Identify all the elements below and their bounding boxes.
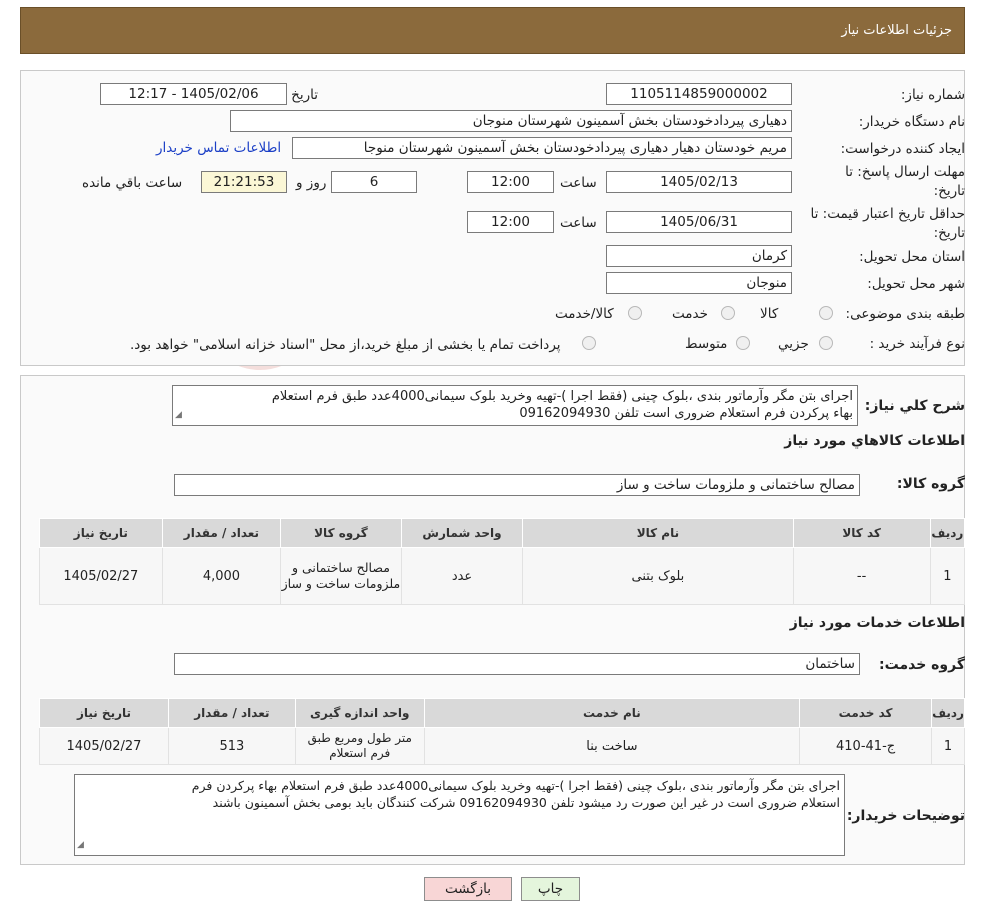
- goods-cell-name: بلوک بتنی: [522, 547, 794, 605]
- process-option-medium: متوسط: [685, 336, 728, 352]
- announce-field: 1405/02/06 - 12:17: [100, 83, 287, 105]
- process-label: نوع فرآيند خريد :: [869, 336, 965, 352]
- category-option-service: خدمت: [672, 306, 708, 322]
- resize-grip-icon[interactable]: ◢: [175, 407, 182, 424]
- services-table: رديف كد خدمت نام خدمت واحد اندازه گيری ت…: [39, 698, 965, 765]
- buyer-org-field: دهیاری پیردادخودستان بخش آسمینون شهرستان…: [230, 110, 792, 132]
- days-label: روز و: [296, 175, 327, 191]
- city-field: منوجان: [606, 272, 792, 294]
- creator-field: مریم خودستان دهیار دهیاری پیردادخودستان …: [292, 137, 792, 159]
- goods-header-date: تاريخ نياز: [39, 518, 163, 548]
- deadline-label: مهلت ارسال پاسخ: تا: [845, 164, 965, 180]
- goods-section-title: اطلاعات كالاهاي مورد نياز: [784, 433, 965, 449]
- services-header-unit: واحد اندازه گيری: [294, 698, 425, 728]
- services-cell-qty: 513: [167, 727, 296, 765]
- goods-cell-row: 1: [929, 547, 966, 605]
- deadline-time-field: 12:00: [467, 171, 554, 193]
- category-label: طبقه بندی موضوعی:: [845, 306, 965, 322]
- validity-time-label: ساعت: [560, 215, 597, 231]
- goods-table: رديف كد كالا نام كالا واحد شمارش گروه كا…: [39, 518, 966, 605]
- goods-header-qty: تعداد / مقدار: [161, 518, 282, 548]
- services-section-title: اطلاعات خدمات مورد نياز: [789, 615, 965, 631]
- goods-header-group: گروه كالا: [280, 518, 402, 548]
- services-header-name: نام خدمت: [423, 698, 801, 728]
- services-cell-unit: متر طول ومربع طبق فرم استعلام: [294, 727, 425, 765]
- goods-group-label: گروه كالا:: [896, 476, 965, 492]
- category-radio-goods-service[interactable]: [628, 306, 642, 320]
- category-option-goods: کالا: [760, 306, 779, 322]
- goods-header-unit: واحد شمارش: [400, 518, 524, 548]
- description-line-1: اجرای بتن مگر وآرماتور بندی ،بلوک چینی (…: [271, 389, 853, 404]
- goods-cell-qty: 4,000: [161, 547, 282, 605]
- description-label: شرح كلي نياز:: [864, 398, 965, 414]
- province-label: استان محل تحويل:: [859, 249, 965, 265]
- goods-cell-unit: عدد: [400, 547, 524, 605]
- remaining-label: ساعت باقي مانده: [82, 175, 183, 191]
- services-header-qty: تعداد / مقدار: [167, 698, 296, 728]
- description-textarea: اجرای بتن مگر وآرماتور بندی ،بلوک چینی (…: [172, 385, 858, 426]
- services-header-code: كد خدمت: [799, 698, 933, 728]
- creator-label: ايجاد كننده درخواست:: [840, 141, 965, 157]
- services-cell-row: 1: [931, 727, 965, 765]
- goods-header-name: نام كالا: [522, 518, 794, 548]
- services-group-label: گروه خدمت:: [879, 657, 965, 673]
- category-option-goods-service: کالا/خدمت: [555, 306, 614, 322]
- buyer-notes-label: توضيحات خريدار:: [846, 808, 965, 824]
- page-title: جزئیات اطلاعات نیاز: [841, 23, 952, 38]
- description-line-2: بهاء پرکردن فرم استعلام ضروری است تلفن 0…: [519, 406, 853, 421]
- services-cell-date: 1405/02/27: [39, 727, 169, 765]
- days-field: 6: [331, 171, 417, 193]
- validity-time-field: 12:00: [467, 211, 554, 233]
- goods-cell-code: --: [792, 547, 931, 605]
- process-note: پرداخت تمام یا بخشی از مبلغ خرید،از محل …: [130, 337, 561, 353]
- resize-grip-icon[interactable]: ◢: [77, 837, 84, 854]
- services-cell-code: ج-41-410: [799, 727, 933, 765]
- goods-group-field: مصالح ساختمانی و ملزومات ساخت و ساز: [174, 474, 860, 496]
- deadline-time-label: ساعت: [560, 175, 597, 191]
- deadline-date-field: 1405/02/13: [606, 171, 792, 193]
- table-row: 1 -- بلوک بتنی عدد مصالح ساختمانی و ملزو…: [39, 547, 966, 605]
- process-radio-minor[interactable]: [819, 336, 833, 350]
- goods-cell-date: 1405/02/27: [39, 547, 163, 605]
- city-label: شهر محل تحويل:: [867, 276, 965, 292]
- services-group-field: ساختمان: [174, 653, 860, 675]
- deadline-label-date: تاريخ:: [933, 183, 965, 199]
- page-header: جزئیات اطلاعات نیاز: [20, 7, 965, 54]
- services-cell-name: ساخت بنا: [423, 727, 801, 765]
- table-row: 1 ج-41-410 ساخت بنا متر طول ومربع طبق فر…: [39, 727, 965, 765]
- buyer-contact-link[interactable]: اطلاعات تماس خريدار: [156, 140, 281, 156]
- category-radio-goods[interactable]: [819, 306, 833, 320]
- goods-header-row: رديف: [929, 518, 966, 548]
- process-treasury-checkbox[interactable]: [582, 336, 596, 350]
- need-number-field: 1105114859000002: [606, 83, 792, 105]
- province-field: کرمان: [606, 245, 792, 267]
- goods-cell-group: مصالح ساختمانی و ملزومات ساخت و ساز: [280, 547, 402, 605]
- print-button[interactable]: چاپ: [521, 877, 580, 901]
- category-radio-service[interactable]: [721, 306, 735, 320]
- process-radio-medium[interactable]: [736, 336, 750, 350]
- need-number-label: شماره نیاز:: [900, 87, 965, 103]
- services-header-date: تاريخ نياز: [39, 698, 169, 728]
- buyer-notes-line-2: استعلام ضروری است در غیر این صورت رد میش…: [212, 795, 840, 810]
- remaining-time-field: 21:21:53: [201, 171, 287, 193]
- validity-date-field: 1405/06/31: [606, 211, 792, 233]
- validity-label: حداقل تاريخ اعتبار قيمت: تا: [810, 206, 965, 222]
- validity-label-date: تاريخ:: [933, 225, 965, 241]
- buyer-notes-textarea: اجرای بتن مگر وآرماتور بندی ،بلوک چینی (…: [74, 774, 845, 856]
- services-header-row: رديف: [931, 698, 965, 728]
- back-button[interactable]: بازگشت: [424, 877, 512, 901]
- goods-header-code: كد كالا: [792, 518, 931, 548]
- buyer-org-label: نام دستگاه خريدار:: [858, 114, 965, 130]
- buyer-notes-line-1: اجرای بتن مگر وآرماتور بندی ،بلوک چینی (…: [191, 778, 840, 793]
- process-option-minor: جزيي: [778, 336, 809, 352]
